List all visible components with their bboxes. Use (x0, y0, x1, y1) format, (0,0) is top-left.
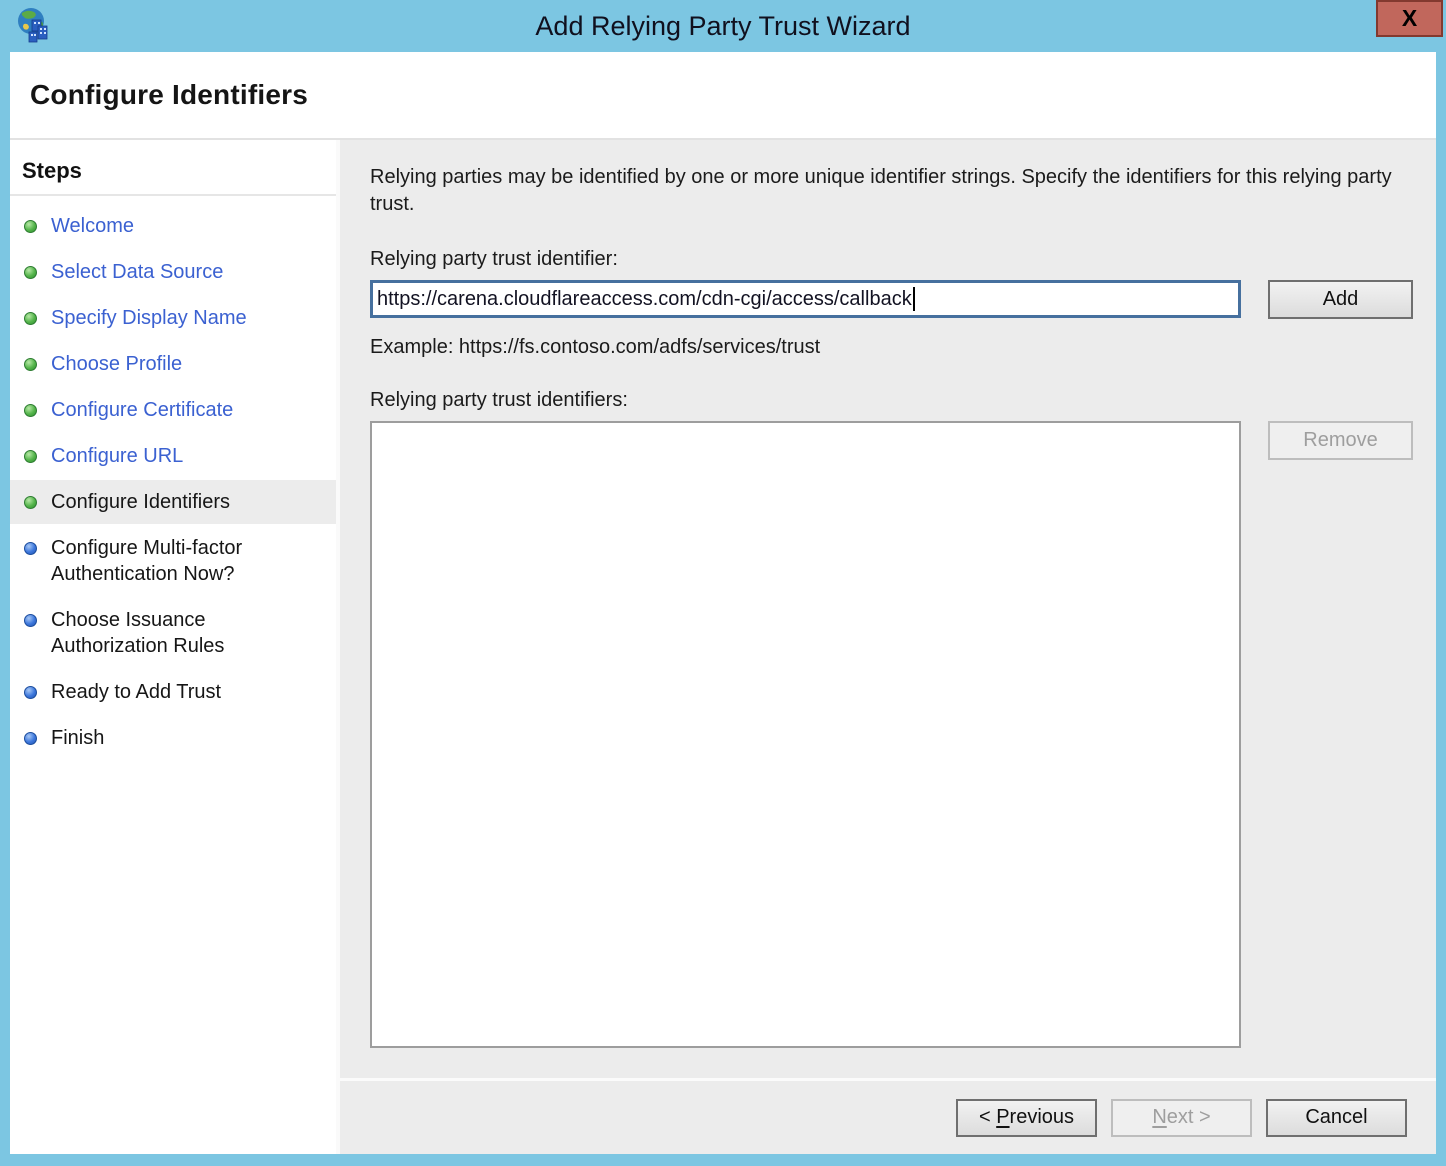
step-done-icon (24, 404, 37, 417)
step-done-icon (24, 266, 37, 279)
step-label: Choose Profile (51, 351, 182, 377)
window-title: Add Relying Party Trust Wizard (0, 11, 1446, 42)
step-item-choose-profile[interactable]: Choose Profile (10, 342, 336, 386)
step-item-choose-issuance-authorization-rules[interactable]: Choose Issuance Authorization Rules (10, 598, 336, 668)
next-button[interactable]: Next > (1111, 1099, 1252, 1137)
wizard-window: Add Relying Party Trust Wizard X Configu… (0, 0, 1446, 1166)
cancel-button[interactable]: Cancel (1266, 1099, 1407, 1137)
identifier-field-label: Relying party trust identifier: (370, 248, 1413, 271)
step-label: Select Data Source (51, 259, 223, 285)
step-item-ready-to-add-trust[interactable]: Ready to Add Trust (10, 670, 336, 714)
step-done-icon (24, 220, 37, 233)
step-done-icon (24, 358, 37, 371)
wizard-footer: < Previous Next > Cancel (340, 1078, 1436, 1154)
step-item-configure-identifiers[interactable]: Configure Identifiers (10, 480, 336, 524)
step-label: Specify Display Name (51, 305, 247, 331)
step-done-icon (24, 312, 37, 325)
remove-button[interactable]: Remove (1268, 421, 1413, 460)
step-item-specify-display-name[interactable]: Specify Display Name (10, 296, 336, 340)
identifier-input-value: https://carena.cloudflareaccess.com/cdn-… (377, 288, 912, 311)
identifiers-listbox[interactable] (370, 421, 1241, 1048)
step-label: Finish (51, 725, 104, 751)
step-item-finish[interactable]: Finish (10, 716, 336, 760)
close-button[interactable]: X (1376, 0, 1443, 37)
step-item-configure-url[interactable]: Configure URL (10, 434, 336, 478)
step-label: Choose Issuance Authorization Rules (51, 607, 326, 659)
identifiers-list-label: Relying party trust identifiers: (370, 389, 1413, 412)
previous-button[interactable]: < Previous (956, 1099, 1097, 1137)
step-pending-icon (24, 542, 37, 555)
example-text: Example: https://fs.contoso.com/adfs/ser… (370, 336, 1413, 359)
step-item-configure-multi-factor-authentication-now[interactable]: Configure Multi-factor Authentication No… (10, 526, 336, 596)
step-label: Welcome (51, 213, 134, 239)
step-label: Configure Identifiers (51, 489, 230, 515)
step-label: Configure Multi-factor Authentication No… (51, 535, 326, 587)
text-cursor (913, 287, 915, 311)
step-label: Configure URL (51, 443, 183, 469)
titlebar: Add Relying Party Trust Wizard X (0, 0, 1446, 52)
step-item-select-data-source[interactable]: Select Data Source (10, 250, 336, 294)
steps-divider (10, 194, 336, 196)
configure-identifiers-panel: Relying parties may be identified by one… (340, 140, 1436, 1078)
identifier-input[interactable]: https://carena.cloudflareaccess.com/cdn-… (370, 280, 1241, 318)
steps-list: Welcome Select Data Source Specify Display… (10, 204, 336, 760)
panel-description: Relying parties may be identified by one… (370, 164, 1400, 218)
step-done-icon (24, 496, 37, 509)
step-pending-icon (24, 614, 37, 627)
step-done-icon (24, 450, 37, 463)
steps-sidebar: Steps Welcome Select Data Source Specify D… (10, 140, 340, 1154)
step-label: Configure Certificate (51, 397, 233, 423)
add-button[interactable]: Add (1268, 280, 1413, 319)
step-label: Ready to Add Trust (51, 679, 221, 705)
page-header: Configure Identifiers (10, 52, 1436, 140)
steps-heading: Steps (10, 152, 336, 194)
step-pending-icon (24, 732, 37, 745)
step-item-configure-certificate[interactable]: Configure Certificate (10, 388, 336, 432)
adfs-app-icon (14, 6, 54, 46)
step-item-welcome[interactable]: Welcome (10, 204, 336, 248)
page-title: Configure Identifiers (30, 79, 308, 111)
step-pending-icon (24, 686, 37, 699)
dialog-frame: Configure Identifiers Steps Welcome Selec… (10, 52, 1436, 1154)
